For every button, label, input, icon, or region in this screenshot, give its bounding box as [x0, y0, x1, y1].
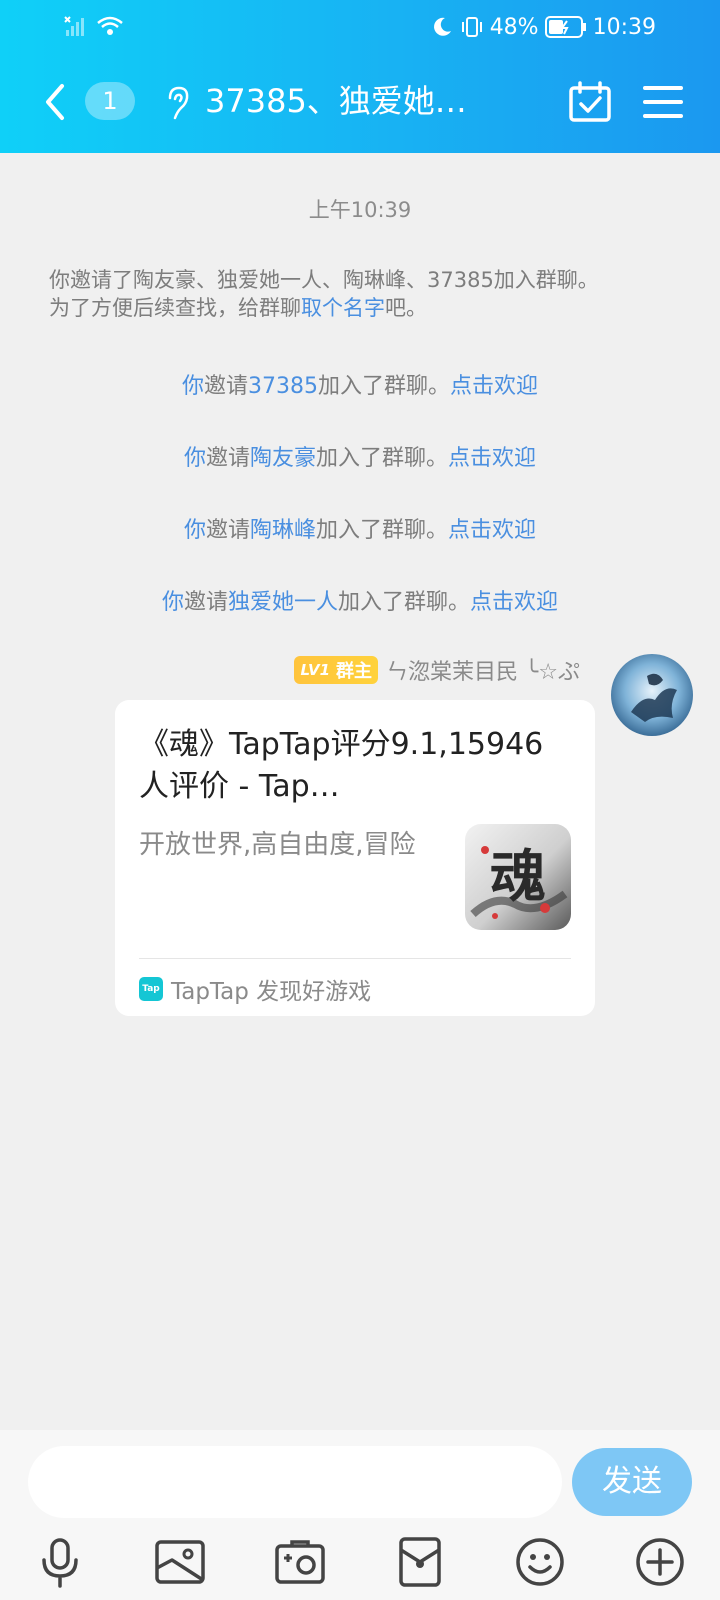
you-link[interactable]: 你: [162, 590, 184, 615]
join-notice: 你邀请独爱她一人加入了群聊。点击欢迎: [0, 584, 720, 616]
card-description: 开放世界,高自由度,冒险: [139, 830, 416, 860]
nav-bar: 1 37385、独爱她…: [0, 62, 720, 144]
you-link[interactable]: 你: [184, 518, 206, 543]
invite-notice-line1: 你邀请了陶友豪、独爱她一人、陶琳峰、37385加入群聊。: [49, 268, 599, 292]
microphone-icon[interactable]: [32, 1534, 88, 1590]
taptap-logo-icon: Tap: [139, 977, 163, 1001]
join-text: 加入了群聊。: [318, 374, 451, 399]
input-toolbar: [0, 1534, 720, 1592]
image-icon[interactable]: [152, 1534, 208, 1590]
you-link[interactable]: 你: [182, 374, 204, 399]
status-bar: 48% 10:39: [0, 0, 720, 54]
emoji-icon[interactable]: [512, 1534, 568, 1590]
join-text: 加入了群聊。: [338, 590, 471, 615]
send-button[interactable]: 发送: [572, 1448, 692, 1516]
sender-name[interactable]: ㄣ淴棠茉目民 ╰☆ぷ: [386, 654, 580, 686]
card-divider: [139, 958, 571, 959]
invite-notice-prefix: 为了方便后续查找，给群聊: [49, 296, 301, 320]
invite-notice: 你邀请了陶友豪、独爱她一人、陶琳峰、37385加入群聊。 为了方便后续查找，给群…: [49, 266, 689, 322]
unread-count-badge[interactable]: 1: [85, 82, 135, 120]
menu-icon[interactable]: [643, 84, 683, 120]
member-name-link[interactable]: 陶友豪: [250, 446, 316, 471]
calendar-icon[interactable]: [568, 80, 612, 124]
you-link[interactable]: 你: [184, 446, 206, 471]
welcome-link[interactable]: 点击欢迎: [470, 590, 558, 615]
invite-notice-suffix: 吧。: [385, 296, 427, 320]
name-group-link[interactable]: 取个名字: [301, 296, 385, 320]
back-icon[interactable]: [40, 80, 70, 124]
sender-row: LV1 群主 ㄣ淴棠茉目民 ╰☆ぷ: [294, 654, 580, 686]
card-title: 《魂》TapTap评分9.1,15946 人评价 - Tap…: [139, 727, 544, 804]
wifi-icon: [97, 16, 123, 35]
input-area: 发送: [0, 1430, 720, 1600]
message-input[interactable]: [28, 1446, 562, 1518]
card-source: Tap TapTap 发现好游戏: [139, 974, 372, 1005]
plus-icon[interactable]: [632, 1534, 688, 1590]
ear-icon[interactable]: [162, 84, 192, 122]
battery-icon: [544, 16, 586, 38]
source-label: TapTap 发现好游戏: [171, 979, 372, 1005]
member-name-link[interactable]: 独爱她一人: [228, 590, 338, 615]
invite-notice-line2: 为了方便后续查找，给群聊取个名字吧。: [49, 294, 689, 322]
join-verb: 邀请: [205, 518, 250, 543]
join-verb: 邀请: [205, 446, 250, 471]
join-verb: 邀请: [203, 374, 248, 399]
moon-icon: [433, 17, 451, 36]
game-thumbnail: 魂: [465, 824, 571, 930]
chat-header: 48% 10:39 1 37385、独爱她…: [0, 0, 720, 153]
join-notice: 你邀请陶友豪加入了群聊。点击欢迎: [0, 440, 720, 472]
welcome-link[interactable]: 点击欢迎: [448, 446, 536, 471]
welcome-link[interactable]: 点击欢迎: [448, 518, 536, 543]
role-label: 群主: [336, 661, 373, 682]
welcome-link[interactable]: 点击欢迎: [450, 374, 538, 399]
status-time: 10:39: [592, 14, 656, 40]
join-notice: 你邀请陶琳峰加入了群聊。点击欢迎: [0, 512, 720, 544]
battery-percent: 48%: [489, 14, 539, 40]
level-badge: LV1 群主: [294, 656, 379, 684]
member-name-link[interactable]: 陶琳峰: [250, 518, 316, 543]
signal-icon: [64, 16, 84, 36]
chat-title[interactable]: 37385、独爱她…: [205, 76, 495, 126]
member-name-link[interactable]: 37385: [248, 374, 318, 399]
avatar[interactable]: [611, 654, 693, 736]
join-verb: 邀请: [183, 590, 228, 615]
camera-icon[interactable]: [272, 1534, 328, 1590]
join-text: 加入了群聊。: [316, 446, 449, 471]
level-label: LV1: [300, 661, 331, 679]
share-card[interactable]: 《魂》TapTap评分9.1,15946 人评价 - Tap… 开放世界,高自由…: [115, 700, 595, 1016]
join-notice: 你邀请37385加入了群聊。点击欢迎: [0, 368, 720, 400]
red-packet-icon[interactable]: [392, 1534, 448, 1590]
thumb-glyph: 魂: [490, 844, 546, 910]
vibrate-icon: [461, 17, 482, 37]
message-time: 上午10:39: [308, 198, 412, 222]
join-text: 加入了群聊。: [316, 518, 449, 543]
